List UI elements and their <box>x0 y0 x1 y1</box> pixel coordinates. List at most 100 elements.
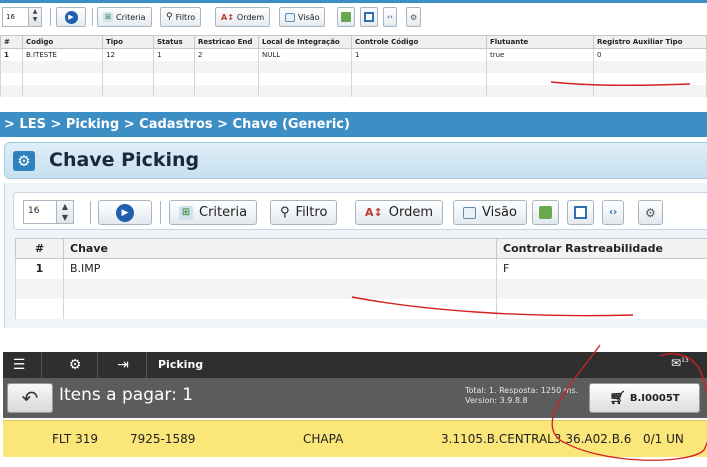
wrench-icon: ⚙ <box>410 12 418 22</box>
item-ref: 7925-1589 <box>130 432 196 446</box>
grid-panel-mid: 16 ▲ ▼ ▶ ⊞ Criteria ⚲ Filtro A↕ Ordem Vis… <box>4 183 707 328</box>
cell: 1 <box>153 48 195 61</box>
settings-button[interactable]: ⚙ <box>406 7 422 27</box>
code-icon: ‹› <box>387 13 393 21</box>
response-info: Total: 1. Resposta: 1250 ms. Version: 3.… <box>465 386 578 406</box>
criteria-icon: ⊞ <box>179 205 193 220</box>
table-row[interactable]: 1 B.IMP F <box>15 258 707 279</box>
page-title: Chave Picking <box>49 149 200 171</box>
gear-icon[interactable]: ⚙ <box>65 355 85 375</box>
code-button[interactable]: ‹› <box>383 7 397 27</box>
criteria-icon: ⊞ <box>103 12 113 22</box>
ordem-button[interactable]: A↕ Ordem <box>355 200 443 225</box>
toolbar-top: 16 ▲ ▼ ▶ ⊞ Criteria ⚲ Filtro A↕ Ordem Vis… <box>0 4 707 30</box>
col-header[interactable]: Controlar Rastreabilidade <box>496 238 707 259</box>
list-item[interactable]: FLT 319 7925-1589 CHAPA 3.1105.B.CENTRAL… <box>3 420 707 457</box>
empty-row <box>0 85 707 97</box>
col-header[interactable]: Restricao End <box>194 35 259 49</box>
save-icon <box>574 206 587 219</box>
filtro-label: Filtro <box>175 12 196 22</box>
ordem-button[interactable]: A↕ Ordem <box>215 7 271 27</box>
back-button[interactable]: ↶ <box>7 383 53 413</box>
item-qty: 0/1 UN <box>643 432 684 446</box>
filter-icon: ⚲ <box>166 12 173 22</box>
page-size-spinner[interactable]: 16 ▲ ▼ <box>23 200 74 224</box>
item-code: FLT 319 <box>52 432 98 446</box>
col-header[interactable]: Tipo <box>102 35 154 49</box>
spinner-arrows-icon[interactable]: ▲ ▼ <box>28 8 41 26</box>
col-header[interactable]: Flutuante <box>486 35 594 49</box>
filtro-button[interactable]: ⚲ Filtro <box>270 200 338 225</box>
appbar-divider <box>146 352 147 378</box>
wrench-icon: ⚙ <box>645 205 656 220</box>
sort-icon: A↕ <box>365 206 383 219</box>
visao-button[interactable]: Visão <box>279 7 326 27</box>
envelope-icon: ✉ <box>671 356 682 370</box>
save-button[interactable] <box>360 7 378 27</box>
code-button[interactable]: ‹› <box>602 200 625 225</box>
item-desc: CHAPA <box>303 432 344 446</box>
page-size-spinner[interactable]: 16 ▲ ▼ <box>2 7 42 27</box>
toolbar-divider <box>90 201 91 224</box>
cell: 0 <box>593 48 707 61</box>
cell: true <box>486 48 594 61</box>
items-title: Itens a pagar: 1 <box>59 385 194 405</box>
export-icon <box>539 206 552 219</box>
col-header[interactable]: Registro Auxiliar Tipo <box>593 35 707 49</box>
menu-icon[interactable]: ☰ <box>9 355 29 375</box>
appbar-divider <box>97 352 98 378</box>
col-header[interactable]: # <box>15 238 64 259</box>
cell: NULL <box>258 48 352 61</box>
filter-icon: ⚲ <box>280 205 290 220</box>
col-header[interactable]: Status <box>153 35 195 49</box>
visao-label: Visão <box>482 205 517 220</box>
play-icon: ▶ <box>116 203 134 222</box>
page-size-value: 16 <box>28 206 40 216</box>
filtro-label: Filtro <box>295 205 328 220</box>
back-arrow-icon: ↶ <box>21 386 39 410</box>
top-accent-line <box>0 0 707 3</box>
play-icon: ▶ <box>64 10 78 24</box>
col-header[interactable]: Controle Código <box>351 35 487 49</box>
spinner-arrows-icon[interactable]: ▲ ▼ <box>56 201 73 223</box>
notification-count: 13 <box>681 357 689 364</box>
visao-label: Visão <box>298 12 320 22</box>
cell: 2 <box>194 48 259 61</box>
item-location: 3.1105.B.CENTRAL3.36.A02.B.6 <box>441 432 632 446</box>
run-button[interactable]: ▶ <box>98 200 152 225</box>
notification-button[interactable]: ✉13 <box>671 356 701 374</box>
criteria-button[interactable]: ⊞ Criteria <box>169 200 258 225</box>
code-button[interactable]: 🛒︎ B.I0005T <box>589 383 700 413</box>
grid-top: # Codigo Tipo Status Restricao End Local… <box>0 35 707 97</box>
toolbar-divider <box>50 8 51 26</box>
save-button[interactable] <box>567 200 594 225</box>
ordem-label: Ordem <box>388 205 433 220</box>
cell: 1 <box>351 48 487 61</box>
cart-icon: 🛒︎ <box>609 390 626 406</box>
col-header[interactable]: Codigo <box>22 35 103 49</box>
code-label: B.I0005T <box>629 392 680 404</box>
settings-button[interactable]: ⚙ <box>638 200 663 225</box>
filtro-button[interactable]: ⚲ Filtro <box>160 7 202 27</box>
export-button[interactable] <box>532 200 559 225</box>
export-icon <box>341 12 351 22</box>
items-header: ↶ Itens a pagar: 1 Total: 1. Resposta: 1… <box>3 378 707 418</box>
app-label: Picking <box>158 358 204 371</box>
col-header[interactable]: # <box>0 35 23 49</box>
visao-button[interactable]: Visão <box>453 200 527 225</box>
criteria-button[interactable]: ⊞ Criteria <box>97 7 152 27</box>
appbar-divider <box>41 352 42 378</box>
table-row[interactable]: 1 B.ITESTE 12 1 2 NULL 1 true 0 <box>0 48 707 61</box>
code-icon: ‹› <box>609 207 618 218</box>
export-button[interactable] <box>337 7 355 27</box>
col-header[interactable]: Chave <box>63 238 497 259</box>
criteria-label: Criteria <box>199 205 248 220</box>
logout-icon[interactable]: ⇥ <box>113 355 133 375</box>
cell: B.IMP <box>63 258 497 279</box>
toolbar-divider <box>92 8 93 26</box>
cell: B.ITESTE <box>22 48 103 61</box>
view-icon <box>463 206 476 219</box>
cell: 1 <box>0 48 23 61</box>
run-button[interactable]: ▶ <box>56 7 86 27</box>
col-header[interactable]: Local de Integração <box>258 35 352 49</box>
